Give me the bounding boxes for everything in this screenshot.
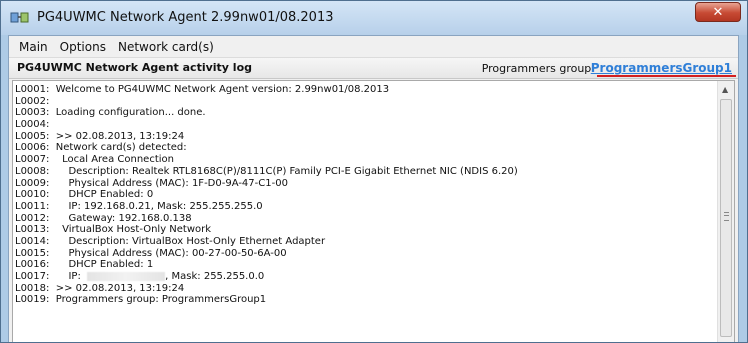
log-line: L0010: DHCP Enabled: 0	[15, 189, 154, 201]
grip-icon	[724, 212, 729, 221]
programmers-group-label: Programmers group:	[481, 62, 595, 75]
log-line: L0016: DHCP Enabled: 1	[15, 259, 154, 271]
log-line: L0007: Local Area Connection	[15, 154, 174, 166]
log-line: L0011: IP: 192.168.0.21, Mask: 255.255.2…	[15, 200, 263, 212]
menu-bar: Main Options Network card(s)	[9, 36, 738, 58]
log-line: L0013: VirtualBox Host-Only Network	[15, 224, 212, 236]
log-line: L0018: >> 02.08.2013, 13:19:24	[15, 282, 185, 294]
log-lines: L0001: Welcome to PG4UWMC Network Agent …	[15, 84, 715, 306]
log-title: PG4UWMC Network Agent activity log	[17, 61, 253, 74]
vertical-scrollbar[interactable]: ▲	[717, 81, 734, 342]
redacted-ip	[87, 271, 166, 281]
log-header: PG4UWMC Network Agent activity log Progr…	[9, 58, 738, 79]
log-line: L0008: Description: Realtek RTL8168C(P)/…	[15, 165, 518, 177]
window-title: PG4UWMC Network Agent 2.99nw01/08.2013	[37, 10, 334, 25]
menu-options[interactable]: Options	[54, 37, 112, 57]
log-line-17-suffix: , Mask: 255.255.0.0	[165, 271, 265, 282]
log-line: L0005: >> 02.08.2013, 13:19:24	[15, 130, 185, 142]
highlight-underline	[597, 75, 736, 77]
log-line: L0012: Gateway: 192.168.0.138	[15, 212, 192, 224]
title-bar[interactable]: PG4UWMC Network Agent 2.99nw01/08.2013 ✕	[1, 1, 747, 35]
menu-network-cards[interactable]: Network card(s)	[112, 37, 220, 57]
log-line: L0009: Physical Address (MAC): 1F-D0-9A-…	[15, 177, 288, 189]
menu-main[interactable]: Main	[13, 37, 54, 57]
app-window: PG4UWMC Network Agent 2.99nw01/08.2013 ✕…	[0, 0, 748, 343]
log-line: L0002:	[15, 95, 50, 107]
log-line-17-prefix: L0017: IP:	[15, 271, 81, 282]
log-line: L0001: Welcome to PG4UWMC Network Agent …	[15, 84, 390, 95]
log-line: L0015: Physical Address (MAC): 00-27-00-…	[15, 247, 287, 259]
scroll-up-arrow-icon[interactable]: ▲	[722, 85, 728, 94]
log-line: L0014: Description: VirtualBox Host-Only…	[15, 235, 326, 247]
log-line-17: L0017: IP: , Mask: 255.255.0.0	[15, 271, 715, 283]
programmers-group-link[interactable]: ProgrammersGroup1	[591, 61, 732, 75]
activity-log[interactable]: L0001: Welcome to PG4UWMC Network Agent …	[12, 80, 735, 342]
close-icon: ✕	[712, 5, 724, 20]
client-area: Main Options Network card(s) PG4UWMC Net…	[8, 35, 739, 342]
close-button[interactable]: ✕	[695, 2, 741, 22]
scroll-thumb[interactable]	[720, 99, 732, 337]
log-line: L0006: Network card(s) detected:	[15, 142, 187, 154]
log-line: L0019: Programmers group: ProgrammersGro…	[15, 294, 267, 306]
network-agent-icon	[10, 12, 29, 23]
log-line: L0003: Loading configuration... done.	[15, 107, 206, 119]
log-line: L0004:	[15, 119, 50, 131]
